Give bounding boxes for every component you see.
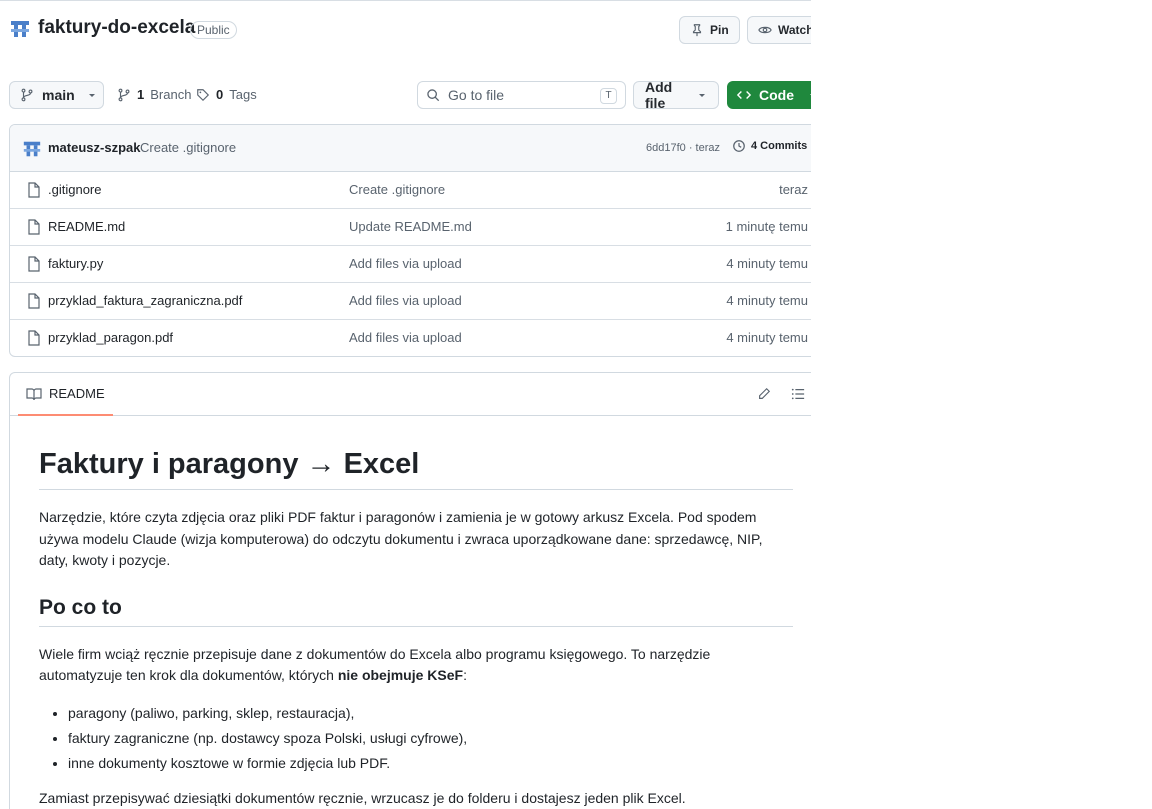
file-time: 4 minuty temu xyxy=(726,293,808,308)
history-icon xyxy=(732,139,746,153)
file-commit-link[interactable]: Create .gitignore xyxy=(349,182,445,197)
visibility-badge: Public xyxy=(190,21,237,39)
go-to-file-input[interactable] xyxy=(448,87,588,103)
github-repo-page: faktury-do-excela Public Pin Watch main … xyxy=(0,0,811,809)
eye-icon xyxy=(758,23,772,37)
file-row[interactable]: .gitignore Create .gitignore teraz xyxy=(10,172,811,209)
branch-selector[interactable]: main xyxy=(9,81,104,109)
pin-button[interactable]: Pin xyxy=(679,16,740,44)
pin-icon xyxy=(690,23,704,37)
branch-count: 1 xyxy=(137,87,145,102)
file-icon xyxy=(27,293,41,309)
readme-bullet-list: paragony (paliwo, parking, sklep, restau… xyxy=(39,701,794,776)
commits-count-label: 4 Commits xyxy=(751,140,808,152)
readme-tab-label: README xyxy=(49,386,105,401)
file-commit-link[interactable]: Add files via upload xyxy=(349,256,462,271)
file-commit-link[interactable]: Update README.md xyxy=(349,219,472,234)
tags-link[interactable]: 0 Tags xyxy=(196,87,257,102)
readme-section-title: Po co to xyxy=(39,596,793,627)
git-branch-icon xyxy=(117,88,131,102)
readme-section-text: Wiele firm wciąż ręcznie przepisuje dane… xyxy=(39,644,793,687)
add-file-button[interactable]: Add file xyxy=(633,79,719,111)
code-button[interactable]: Code xyxy=(727,81,811,109)
code-label: Code xyxy=(759,87,794,103)
file-row[interactable]: przyklad_paragon.pdf Add files via uploa… xyxy=(10,320,811,356)
pin-label: Pin xyxy=(710,23,729,37)
section-text-strong: nie obejmuje KSeF xyxy=(337,667,464,683)
file-time: 1 minutę temu xyxy=(725,219,808,234)
tag-icon xyxy=(196,88,210,102)
file-name-link[interactable]: README.md xyxy=(48,219,125,234)
file-time: 4 minuty temu xyxy=(726,330,808,345)
file-commit-link[interactable]: Add files via upload xyxy=(349,330,462,345)
chevron-down-icon xyxy=(87,90,97,100)
list-icon[interactable] xyxy=(791,387,805,401)
branches-link[interactable]: 1 Branch xyxy=(117,87,191,102)
chevron-down-icon xyxy=(697,90,707,100)
file-icon xyxy=(27,256,41,272)
list-item: inne dokumenty kosztowe w formie zdjęcia… xyxy=(68,751,794,776)
commit-message-link[interactable]: Create .gitignore xyxy=(140,140,236,155)
empty-area xyxy=(811,0,1152,809)
readme-title: Faktury i paragony → Excel xyxy=(39,448,793,490)
list-item: faktury zagraniczne (np. dostawcy spoza … xyxy=(68,726,794,751)
file-name-link[interactable]: faktury.py xyxy=(48,256,103,271)
code-icon xyxy=(737,88,751,102)
file-time: 4 minuty temu xyxy=(726,256,808,271)
watch-label: Watch xyxy=(778,23,811,37)
commits-history-link[interactable]: 4 Commits xyxy=(732,139,807,153)
pencil-icon[interactable] xyxy=(757,387,771,401)
latest-commit-bar: mateusz-szpak Create .gitignore 6dd17f0 … xyxy=(10,125,811,172)
repo-header: faktury-do-excela Public Pin Watch xyxy=(0,1,811,59)
file-name-link[interactable]: .gitignore xyxy=(48,182,101,197)
owner-avatar[interactable] xyxy=(9,18,31,40)
tag-count: 0 xyxy=(216,87,224,102)
branch-label: Branch xyxy=(150,87,192,102)
git-branch-icon xyxy=(20,88,34,102)
readme-content: Faktury i paragony → Excel Narzędzie, kt… xyxy=(10,448,811,809)
tab-readme[interactable]: README xyxy=(18,373,113,416)
file-icon xyxy=(27,182,41,198)
file-name-link[interactable]: przyklad_faktura_zagraniczna.pdf xyxy=(48,293,242,308)
repo-name-link[interactable]: faktury-do-excela xyxy=(38,17,195,39)
author-avatar[interactable] xyxy=(22,139,42,159)
commit-author-link[interactable]: mateusz-szpak xyxy=(48,140,140,155)
search-icon xyxy=(426,88,440,102)
commit-sha-time[interactable]: 6dd17f0 · teraz xyxy=(646,142,720,154)
watch-button[interactable]: Watch xyxy=(747,16,811,44)
file-icon xyxy=(27,330,41,346)
readme-intro: Narzędzie, które czyta zdjęcia oraz plik… xyxy=(39,509,763,568)
keyboard-shortcut-hint: T xyxy=(600,88,617,104)
file-row[interactable]: README.md Update README.md 1 minutę temu xyxy=(10,209,811,246)
file-time: teraz xyxy=(779,182,808,197)
tag-label: Tags xyxy=(229,87,257,102)
file-commit-link[interactable]: Add files via upload xyxy=(349,293,462,308)
readme-tabbar: README xyxy=(10,373,811,416)
readme-panel: README Faktury i paragony → Excel Narzęd… xyxy=(9,372,811,809)
file-row[interactable]: przyklad_faktura_zagraniczna.pdf Add fil… xyxy=(10,283,811,320)
readme-closing: Zamiast przepisywać dziesiątki dokumentó… xyxy=(39,789,686,806)
add-file-label: Add file xyxy=(645,79,673,111)
book-icon xyxy=(26,387,42,401)
file-icon xyxy=(27,219,41,235)
branch-name: main xyxy=(42,87,75,103)
list-item: paragony (paliwo, parking, sklep, restau… xyxy=(68,701,794,726)
file-row[interactable]: faktury.py Add files via upload 4 minuty… xyxy=(10,246,811,283)
go-to-file-search[interactable]: T xyxy=(417,81,626,109)
section-text-after: : xyxy=(463,667,467,683)
file-name-link[interactable]: przyklad_paragon.pdf xyxy=(48,330,173,345)
file-browser: mateusz-szpak Create .gitignore 6dd17f0 … xyxy=(9,124,811,357)
